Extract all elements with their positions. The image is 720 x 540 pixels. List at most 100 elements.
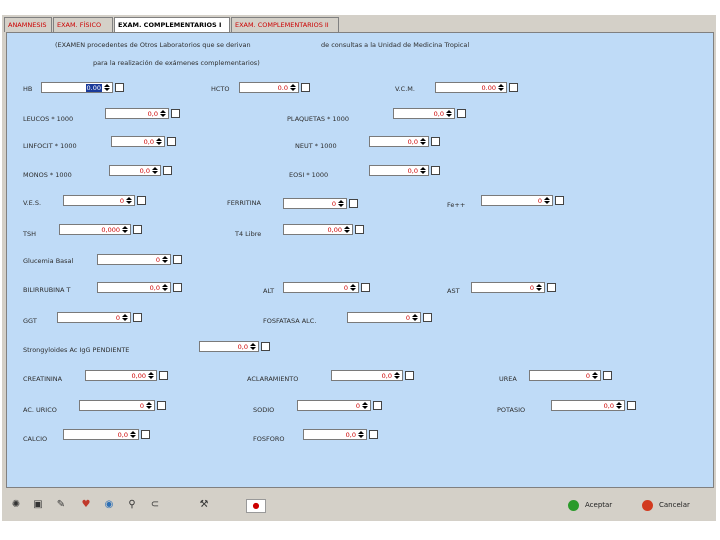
field-ves[interactable]: 0: [63, 195, 135, 206]
checkbox-monos[interactable]: [163, 166, 172, 175]
checkbox-glucemia[interactable]: [173, 255, 182, 264]
field-hcto[interactable]: 0.0: [239, 82, 299, 93]
checkbox-fe[interactable]: [555, 196, 564, 205]
cancel-button[interactable]: Cancelar: [642, 497, 690, 513]
checkbox-ves[interactable]: [137, 196, 146, 205]
checkbox-linfocit[interactable]: [167, 137, 176, 146]
checkbox-aclaramiento[interactable]: [405, 371, 414, 380]
field-alt[interactable]: 0: [283, 282, 359, 293]
label-eosi: EOSI * 1000: [289, 171, 329, 179]
checkbox-ast[interactable]: [547, 283, 556, 292]
field-sodio[interactable]: 0: [297, 400, 371, 411]
form-panel: (EXAMEN procedentes de Otros Laboratorio…: [6, 32, 714, 488]
field-tsh[interactable]: 0,000: [59, 224, 131, 235]
field-aclaramiento[interactable]: 0,0: [331, 370, 403, 381]
field-hb[interactable]: 0.00: [41, 82, 113, 93]
checkbox-ferritina[interactable]: [349, 199, 358, 208]
field-fe[interactable]: 0: [481, 195, 553, 206]
checkbox-hcto[interactable]: [301, 83, 310, 92]
field-t4-libre[interactable]: 0,00: [283, 224, 353, 235]
label-urea: UREA: [499, 375, 517, 383]
checkbox-creatinina[interactable]: [159, 371, 168, 380]
field-creatinina[interactable]: 0,00: [85, 370, 157, 381]
field-linfocit[interactable]: 0,0: [111, 136, 165, 147]
checkbox-ggt[interactable]: [133, 313, 142, 322]
checkbox-t4-libre[interactable]: [355, 225, 364, 234]
cancel-icon: [642, 499, 653, 511]
checkbox-calcio[interactable]: [141, 430, 150, 439]
field-ac-urico[interactable]: 0: [79, 400, 155, 411]
field-plaquetas[interactable]: 0,0: [393, 108, 455, 119]
checkbox-fosfatasa[interactable]: [423, 313, 432, 322]
field-neut[interactable]: 0,0: [369, 136, 429, 147]
tools-icon[interactable]: ✺: [10, 499, 22, 511]
label-monos: MONOS * 1000: [23, 171, 72, 179]
field-glucemia[interactable]: 0: [97, 254, 171, 265]
field-ggt[interactable]: 0: [57, 312, 131, 323]
field-ferritina[interactable]: 0: [283, 198, 347, 209]
label-calcio: CALCIO: [23, 435, 48, 443]
tab-strip: ANAMNESIS EXAM. FÍSICO EXAM. COMPLEMENTA…: [4, 17, 340, 32]
label-plaquetas: PLAQUETAS * 1000: [287, 115, 349, 123]
checkbox-fosforo[interactable]: [369, 430, 378, 439]
label-sodio: SODIO: [253, 406, 275, 414]
field-vcm[interactable]: 0.00: [435, 82, 507, 93]
checkbox-strongyloides[interactable]: [261, 342, 270, 351]
checkbox-plaquetas[interactable]: [457, 109, 466, 118]
label-neut: NEUT * 1000: [295, 142, 337, 150]
label-ast: AST: [447, 287, 460, 295]
note-line-1b: de consultas a la Unidad de Medicina Tro…: [321, 41, 470, 49]
field-strongyloides[interactable]: 0,0: [199, 341, 259, 352]
link-icon[interactable]: ⊂: [149, 499, 161, 511]
field-urea[interactable]: 0: [529, 370, 601, 381]
label-vcm: V.C.M.: [395, 85, 415, 93]
cancel-label: Cancelar: [659, 501, 690, 509]
label-strongyloides: Strongyloides Ac IgG PENDIENTE: [23, 346, 130, 354]
field-bilirrubina[interactable]: 0,0: [97, 282, 171, 293]
note-line-2: para la realización de exámenes compleme…: [93, 59, 260, 67]
checkbox-sodio[interactable]: [373, 401, 382, 410]
field-potasio[interactable]: 0,0: [551, 400, 625, 411]
label-alt: ALT: [263, 287, 275, 295]
field-fosfatasa[interactable]: 0: [347, 312, 421, 323]
globe-icon[interactable]: ◉: [103, 499, 115, 511]
label-fe: Fe++: [447, 201, 466, 209]
checkbox-tsh[interactable]: [133, 225, 142, 234]
label-fosforo: FOSFORO: [253, 435, 285, 443]
edit-icon[interactable]: ✎: [55, 499, 67, 511]
save-icon[interactable]: ▣: [32, 499, 44, 511]
checkbox-alt[interactable]: [361, 283, 370, 292]
checkbox-potasio[interactable]: [627, 401, 636, 410]
tab-exam-fisico[interactable]: EXAM. FÍSICO: [53, 17, 113, 32]
label-ggt: GGT: [23, 317, 37, 325]
label-tsh: TSH: [23, 230, 36, 238]
field-eosi[interactable]: 0,0: [369, 165, 429, 176]
checkbox-neut[interactable]: [431, 137, 440, 146]
field-ast[interactable]: 0: [471, 282, 545, 293]
note-line-1: (EXAMEN procedentes de Otros Laboratorio…: [55, 41, 251, 49]
checkbox-leucos[interactable]: [171, 109, 180, 118]
field-calcio[interactable]: 0,0: [63, 429, 139, 440]
hammer-icon[interactable]: ⚒: [198, 499, 210, 511]
label-potasio: POTASIO: [497, 406, 526, 414]
search-icon[interactable]: ⚲: [126, 499, 138, 511]
accept-button[interactable]: Aceptar: [568, 497, 612, 513]
heart-icon[interactable]: ♥: [80, 499, 92, 511]
field-leucos[interactable]: 0,0: [105, 108, 169, 119]
checkbox-vcm[interactable]: [509, 83, 518, 92]
checkbox-eosi[interactable]: [431, 166, 440, 175]
checkbox-urea[interactable]: [603, 371, 612, 380]
tab-exam-complementarios-1[interactable]: EXAM. COMPLEMENTARIOS I: [114, 17, 230, 32]
field-fosforo[interactable]: 0,0: [303, 429, 367, 440]
tab-exam-complementarios-2[interactable]: EXAM. COMPLEMENTARIOS II: [231, 17, 339, 32]
label-hcto: HCTO: [211, 85, 230, 93]
checkbox-ac-urico[interactable]: [157, 401, 166, 410]
checkbox-hb[interactable]: [115, 83, 124, 92]
label-linfocit: LINFOCIT * 1000: [23, 142, 77, 150]
field-monos[interactable]: 0,0: [109, 165, 161, 176]
checkbox-bilirrubina[interactable]: [173, 283, 182, 292]
tab-anamnesis[interactable]: ANAMNESIS: [4, 17, 52, 32]
flag-icon[interactable]: ●: [246, 499, 266, 513]
label-ferritina: FERRITINA: [227, 199, 261, 207]
label-leucos: LEUCOS * 1000: [23, 115, 74, 123]
